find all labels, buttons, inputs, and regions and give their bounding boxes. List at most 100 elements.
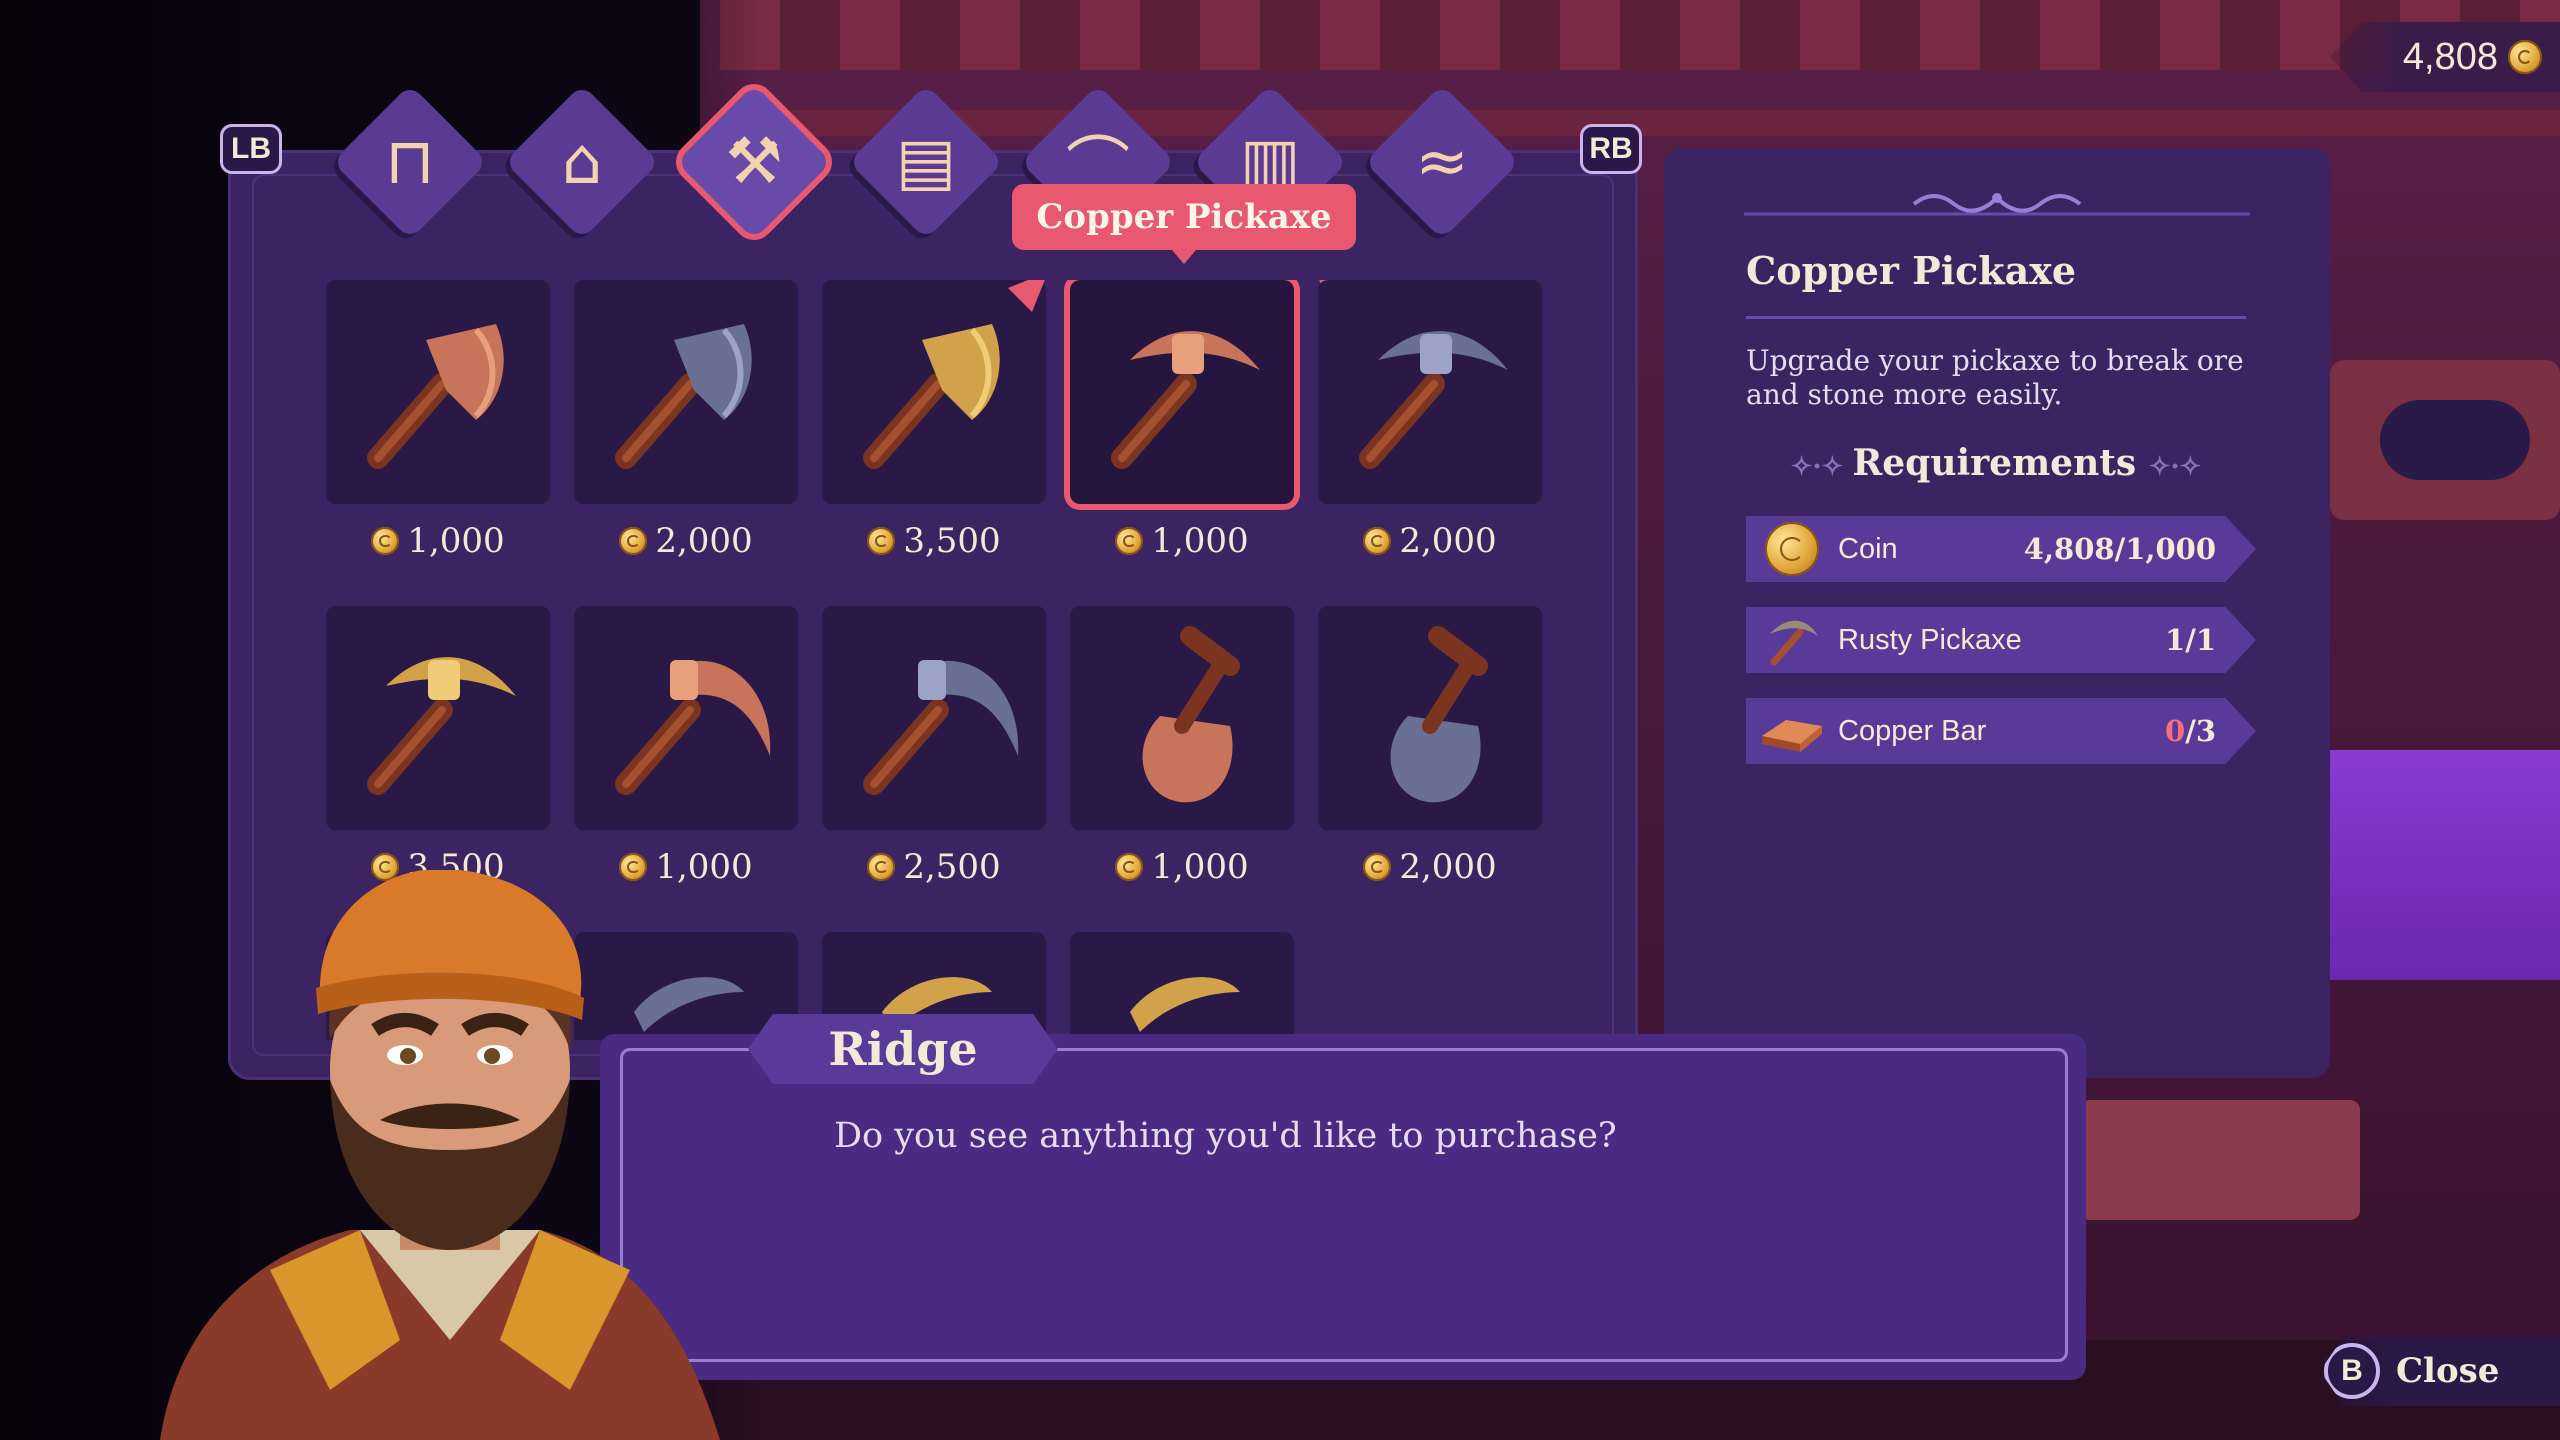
sparkle-icon: ✧·✧ — [1790, 452, 1853, 482]
price-value: 2,000 — [1399, 847, 1497, 887]
iron-scythe-icon — [822, 606, 1046, 830]
requirement-count: 1/1 — [2096, 623, 2256, 657]
item-details-panel: Copper Pickaxe Upgrade your pickaxe to b… — [1664, 148, 2330, 1078]
requirement-count: 0/3 — [2096, 714, 2256, 748]
furniture-tab[interactable]: ⊓ — [330, 82, 490, 242]
copper-scythe-icon — [574, 606, 798, 830]
item-price: 1,000 — [326, 518, 550, 564]
shop-item-copper-pickaxe[interactable]: 1,000 — [1070, 280, 1356, 580]
copper-shovel-icon — [1070, 606, 1294, 830]
requirement-coin: Coin 4,808/1,000 — [1746, 516, 2256, 582]
dialog-border — [620, 1048, 2068, 1362]
npc-portrait — [160, 870, 720, 1440]
coin-icon — [1746, 516, 1838, 582]
currency-display: 4,808 — [2330, 22, 2560, 92]
item-price: 2,000 — [574, 518, 798, 564]
requirement-need: 1,000 — [2125, 532, 2216, 566]
coin-icon — [867, 527, 896, 555]
buildings-tab[interactable]: ⌂ — [502, 82, 662, 242]
copper-pickaxe-icon — [1070, 280, 1294, 504]
display-table — [2080, 1100, 2360, 1220]
shop-item-iron-scythe[interactable]: 2,500 — [822, 606, 1046, 906]
requirement-copper-bar: Copper Bar 0/3 — [1746, 698, 2256, 764]
shop-item-copper-axe[interactable]: 1,000 — [326, 280, 550, 580]
gold-partial-icon — [1070, 932, 1294, 1040]
gold-axe-icon — [822, 280, 1046, 504]
shop-item-gold-axe[interactable]: 3,500 — [822, 280, 1046, 580]
blueprints-tab[interactable]: ▤ — [846, 82, 1006, 242]
iron-shovel-icon — [1318, 606, 1542, 830]
table-icon: ⊓ — [385, 125, 435, 199]
gold-pickaxe-icon — [326, 606, 550, 830]
item-title: Copper Pickaxe — [1746, 248, 2077, 293]
item-price: 2,500 — [822, 844, 1046, 890]
shop-item-copper-shovel[interactable]: 1,000 — [1070, 606, 1294, 906]
copper-axe-icon — [326, 280, 550, 504]
requirement-label: Rusty Pickaxe — [1838, 623, 2022, 656]
requirement-label: Copper Bar — [1838, 714, 1987, 747]
flourish-icon — [1744, 193, 2250, 216]
shop-item-iron-pickaxe[interactable]: 2,000 — [1318, 280, 1542, 580]
coin-icon — [1363, 527, 1392, 555]
close-prompt[interactable]: B Close — [2320, 1336, 2560, 1406]
requirement-have: 0 — [2165, 714, 2186, 748]
requirements-heading: ✧·✧ Requirements ✧·✧ — [1746, 442, 2246, 484]
price-value: 1,000 — [1151, 847, 1249, 887]
price-value: 2,500 — [903, 847, 1001, 887]
tools-tab[interactable]: ⚒ — [674, 82, 834, 242]
shop-item-copper-scythe[interactable]: 1,000 — [574, 606, 798, 906]
coin-icon — [867, 853, 896, 881]
item-price: 2,000 — [1318, 518, 1542, 564]
requirement-need: 1 — [2195, 623, 2216, 657]
rusty-pickaxe-icon — [1746, 607, 1838, 673]
hammer-pickaxe-icon: ⚒ — [725, 125, 783, 199]
price-value: 1,000 — [407, 521, 505, 561]
copper-bar-icon — [1746, 698, 1838, 764]
house-icon: ⌂ — [561, 125, 603, 199]
price-value: 2,000 — [1399, 521, 1497, 561]
shop-item-iron-axe[interactable]: 2,000 — [574, 280, 798, 580]
coin-icon — [1115, 527, 1144, 555]
lb-button[interactable]: LB — [220, 124, 282, 174]
iron-axe-icon — [574, 280, 798, 504]
coin-icon — [2508, 40, 2542, 74]
map-icon: ≈ — [1415, 125, 1469, 199]
item-price: 3,500 — [822, 518, 1046, 564]
currency-amount: 4,808 — [2402, 35, 2498, 78]
ceiling-beam — [720, 0, 2560, 70]
item-price: 1,000 — [1070, 518, 1294, 564]
scroll-icon: ▤ — [895, 125, 957, 199]
requirement-label: Coin — [1838, 532, 1898, 565]
requirement-rusty-pickaxe: Rusty Pickaxe 1/1 — [1746, 607, 2256, 673]
coin-icon — [1363, 853, 1392, 881]
iron-pickaxe-icon — [1318, 280, 1542, 504]
ore-pile — [2380, 400, 2530, 480]
purple-window — [2330, 750, 2560, 980]
requirements-label: Requirements — [1852, 442, 2137, 484]
maps-tab[interactable]: ≈ — [1362, 82, 1522, 242]
requirement-have: 4,808 — [2023, 532, 2115, 566]
requirement-separator: / — [2114, 532, 2126, 566]
speaker-name: Ridge — [748, 1014, 1058, 1084]
close-label: Close — [2396, 1351, 2500, 1391]
requirement-need: 3 — [2195, 714, 2216, 748]
price-value: 1,000 — [1151, 521, 1249, 561]
coin-icon — [1115, 853, 1144, 881]
dialog-text: Do you see anything you'd like to purcha… — [834, 1116, 1617, 1156]
requirement-have: 1 — [2165, 623, 2186, 657]
item-price: 1,000 — [1070, 844, 1294, 890]
sparkle-icon: ✧·✧ — [2148, 452, 2202, 482]
coin-icon — [371, 527, 400, 555]
shop-item-gold-pickaxe[interactable]: 3,500 — [326, 606, 550, 906]
item-description: Upgrade your pickaxe to break ore and st… — [1746, 344, 2244, 411]
requirement-count: 4,808/1,000 — [1996, 532, 2256, 566]
coin-icon — [619, 527, 648, 555]
shop-item-iron-shovel[interactable]: 2,000 — [1318, 606, 1542, 906]
item-price: 2,000 — [1318, 844, 1542, 890]
item-tooltip: Copper Pickaxe — [1012, 184, 1356, 264]
rb-button[interactable]: RB — [1580, 124, 1642, 174]
dialog-box — [600, 1034, 2086, 1380]
requirement-separator: / — [2185, 623, 2196, 657]
shop-item-gold-partial[interactable] — [1070, 932, 1294, 1040]
price-value: 3,500 — [903, 521, 1001, 561]
